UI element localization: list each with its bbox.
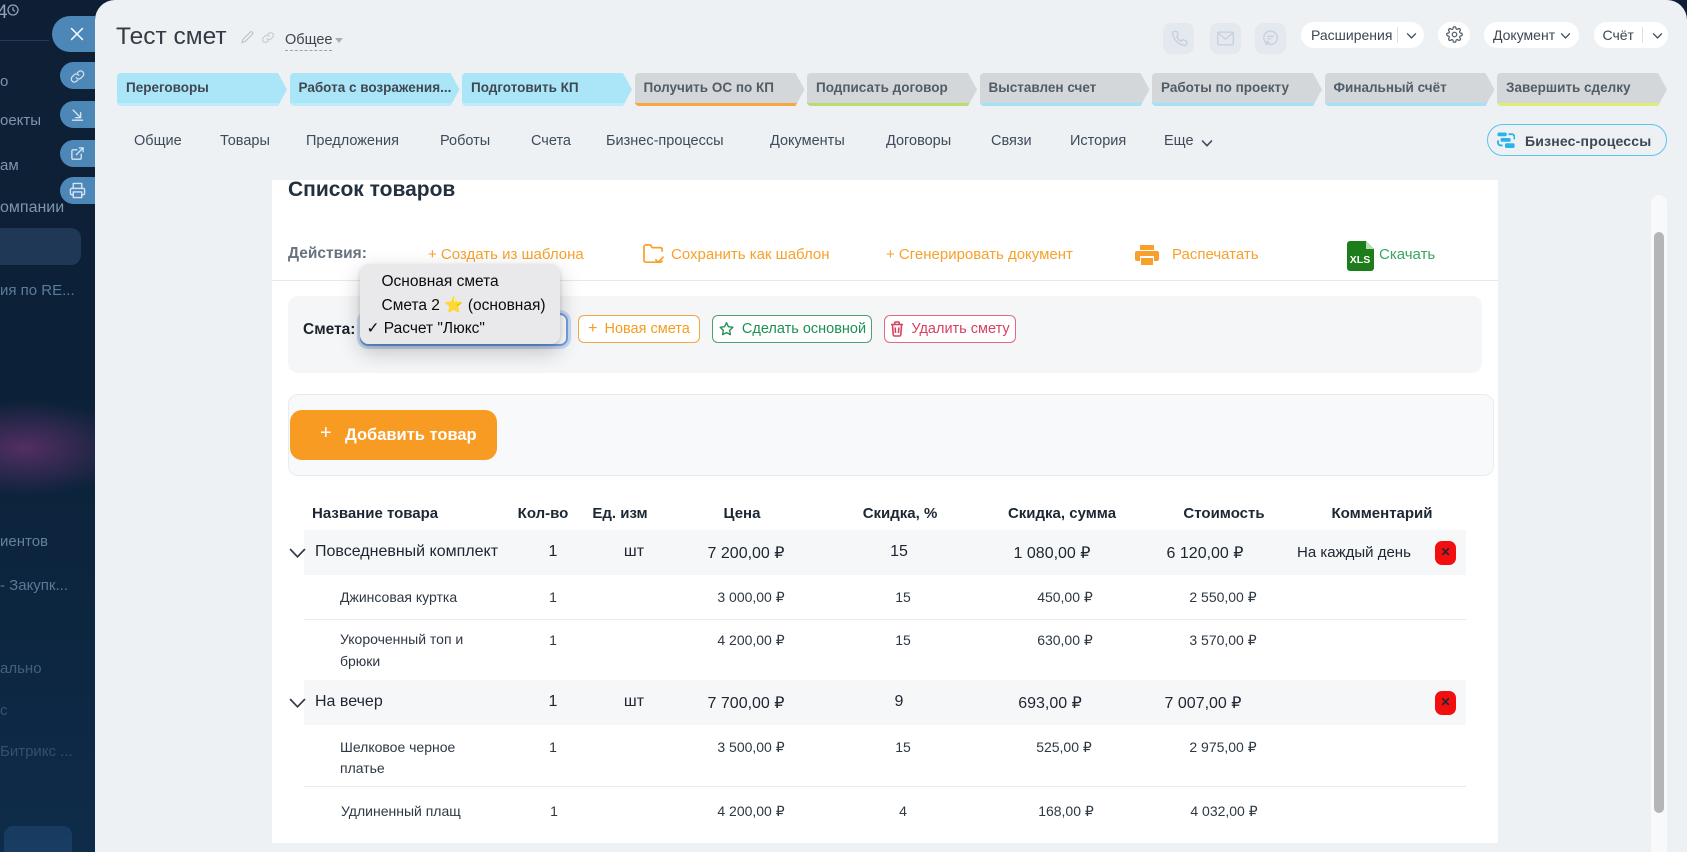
svg-text:XLS: XLS xyxy=(1350,254,1370,266)
